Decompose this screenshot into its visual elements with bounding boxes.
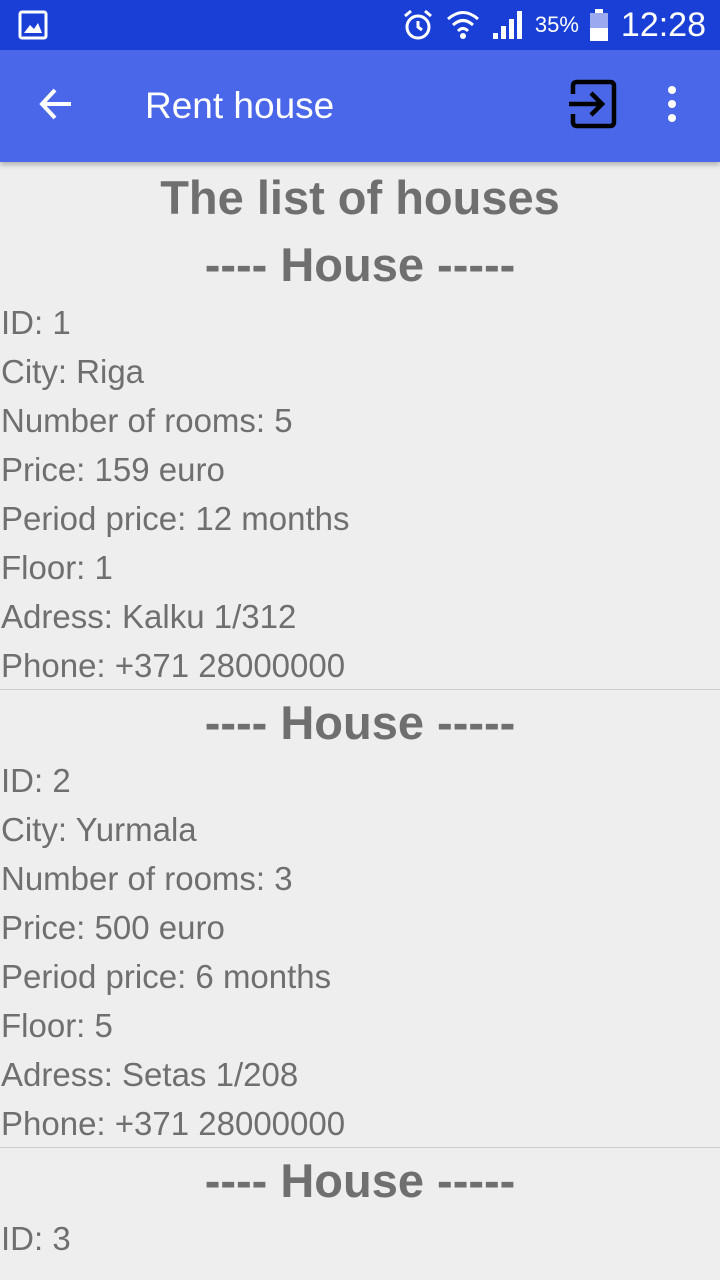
app-bar: Rent house [0, 50, 720, 162]
house-heading: ---- House ----- [204, 238, 516, 291]
app-title: Rent house [145, 85, 335, 126]
house-id: ID: 3 [1, 1220, 71, 1257]
cellular-signal-icon [491, 9, 525, 41]
house-address: Adress: Setas 1/208 [1, 1056, 299, 1093]
house-address: Adress: Kalku 1/312 [1, 598, 297, 635]
house-item: ---- House ----- ID: 3 [0, 1148, 720, 1262]
house-rooms: Number of rooms: 3 [1, 860, 293, 897]
house-item: ---- House ----- ID: 2 City: Yurmala Num… [0, 690, 720, 1148]
more-vert-icon [666, 85, 678, 127]
house-phone: Phone: +371 28000000 [1, 647, 346, 684]
house-floor: Floor: 1 [1, 549, 113, 586]
alarm-icon [401, 8, 435, 42]
house-period-price: Period price: 12 months [1, 500, 350, 537]
house-list[interactable]: The list of houses ---- House ----- ID: … [0, 162, 720, 1280]
house-heading: ---- House ----- [204, 696, 516, 749]
house-item: ---- House ----- ID: 1 City: Riga Number… [0, 232, 720, 690]
house-city: City: Yurmala [1, 811, 197, 848]
house-rooms: Number of rooms: 5 [1, 402, 293, 439]
status-time: 12:28 [620, 5, 706, 44]
gallery-notification-icon [18, 10, 48, 40]
house-heading: ---- House ----- [204, 1154, 516, 1207]
exit-to-app-icon [566, 78, 618, 135]
exit-button[interactable] [562, 76, 622, 136]
wifi-icon [445, 7, 481, 43]
house-id: ID: 1 [1, 304, 71, 341]
house-id: ID: 2 [1, 762, 71, 799]
overflow-menu-button[interactable] [652, 76, 692, 136]
house-floor: Floor: 5 [1, 1007, 113, 1044]
house-price: Price: 159 euro [1, 451, 225, 488]
list-title: The list of houses [160, 171, 560, 224]
status-bar: 35% 12:28 [0, 0, 720, 50]
house-period-price: Period price: 6 months [1, 958, 332, 995]
house-price: Price: 500 euro [1, 909, 225, 946]
house-phone: Phone: +371 28000000 [1, 1105, 346, 1142]
status-icons: 35% 12:28 [401, 0, 706, 50]
battery-percent: 35% [534, 12, 579, 37]
back-button[interactable] [26, 76, 86, 136]
house-city: City: Riga [1, 353, 145, 390]
arrow-left-icon [38, 86, 74, 127]
battery-icon [589, 8, 609, 42]
